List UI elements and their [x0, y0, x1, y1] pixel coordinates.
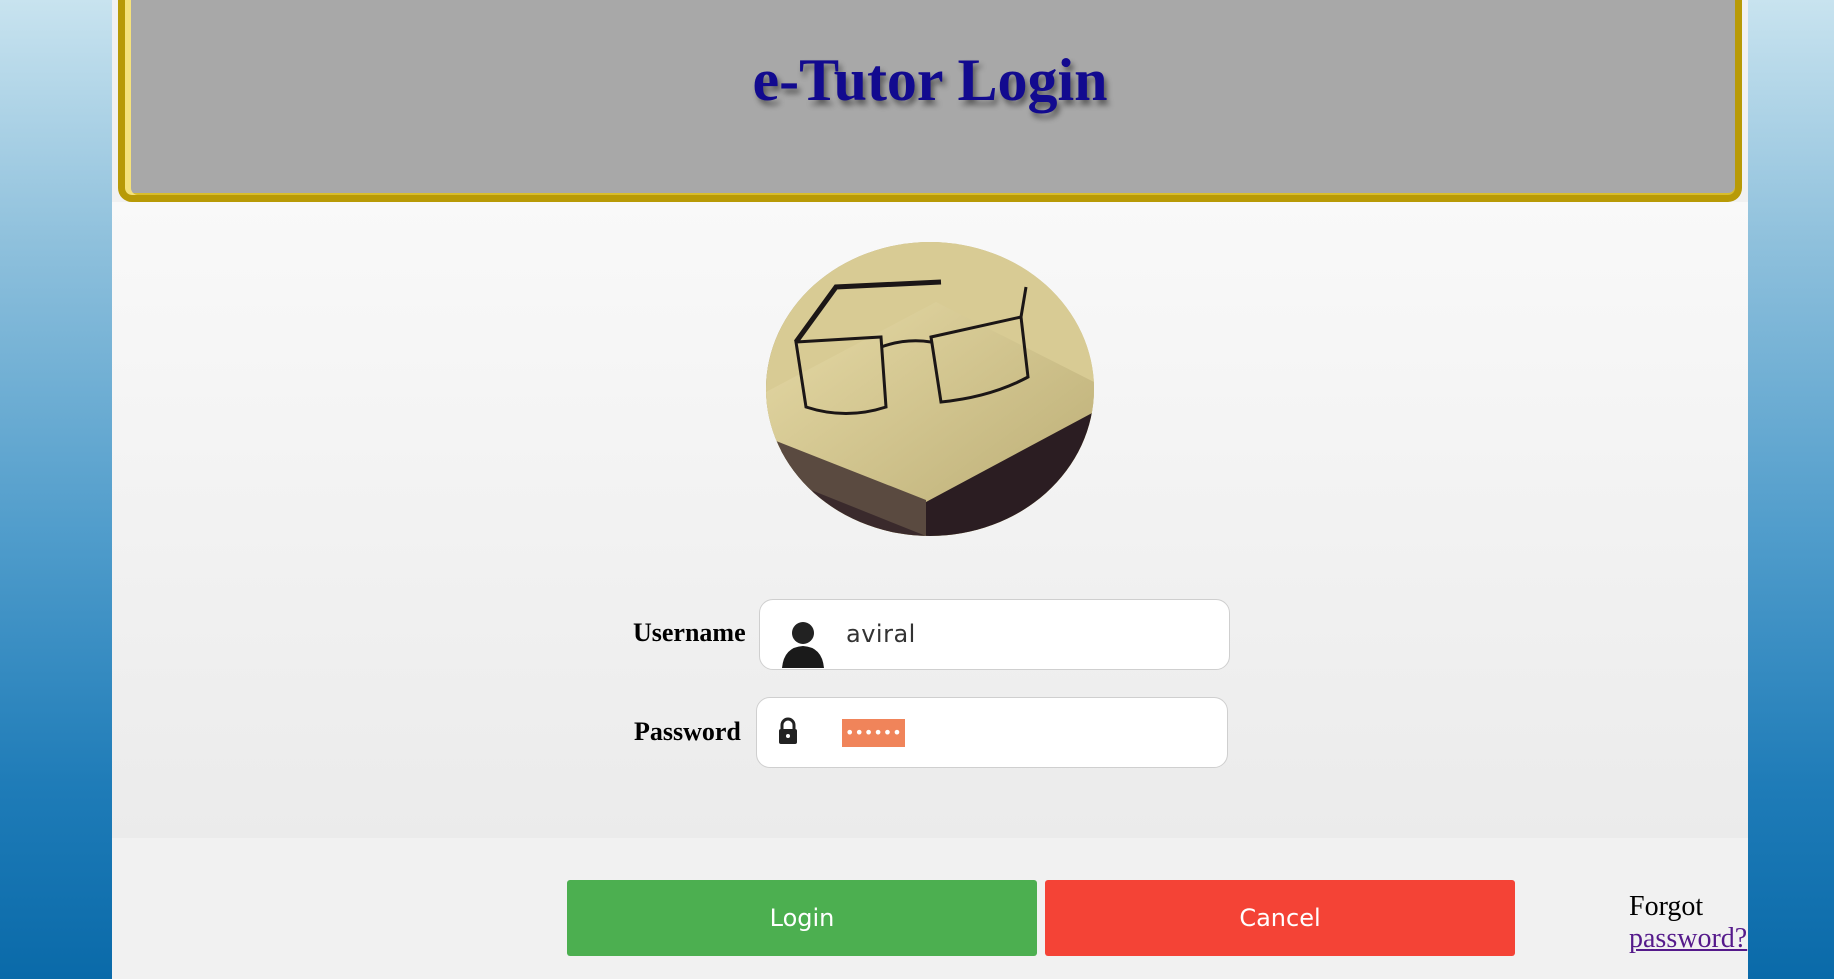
password-value: ••••••	[842, 719, 905, 747]
forgot-prefix: Forgot	[1629, 891, 1704, 922]
password-field[interactable]: ••••••	[756, 697, 1228, 768]
login-button[interactable]: Login	[567, 880, 1037, 956]
glasses-on-book-image	[766, 242, 1094, 536]
header-banner: e-Tutor Login	[118, 0, 1742, 202]
user-silhouette-icon	[780, 618, 826, 673]
lock-icon	[777, 717, 799, 750]
username-field[interactable]: aviral	[759, 599, 1230, 670]
login-page: e-Tutor Login Username aviral Password •…	[112, 0, 1748, 979]
password-label: Password	[634, 717, 741, 746]
username-value: aviral	[846, 620, 916, 648]
username-label: Username	[633, 618, 746, 647]
cancel-button[interactable]: Cancel	[1045, 880, 1515, 956]
forgot-password: Forgot password?	[1629, 891, 1748, 955]
forgot-password-link[interactable]: password?	[1629, 923, 1747, 954]
avatar-image	[766, 242, 1094, 536]
login-form: Username aviral Password ••••••	[112, 202, 1748, 838]
page-title: e-Tutor Login	[752, 47, 1108, 113]
